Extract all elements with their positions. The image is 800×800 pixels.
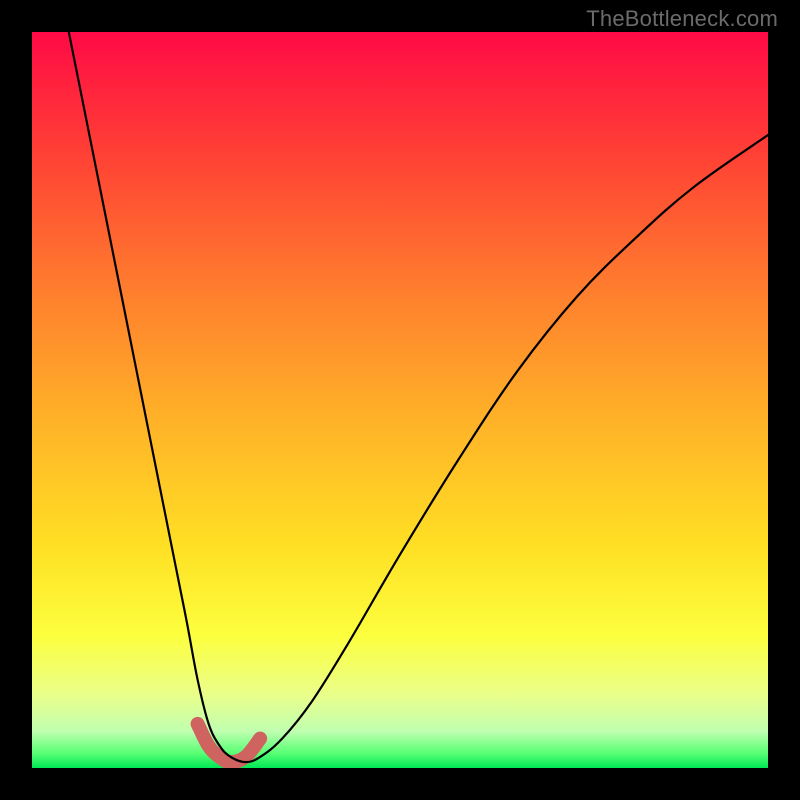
frame-right (768, 0, 800, 800)
frame-left (0, 0, 32, 800)
plot-area (32, 32, 768, 768)
bottleneck-curve (69, 32, 768, 762)
frame-bottom (0, 768, 800, 800)
bottleneck-chart (32, 32, 768, 768)
watermark-text: TheBottleneck.com (586, 6, 778, 32)
